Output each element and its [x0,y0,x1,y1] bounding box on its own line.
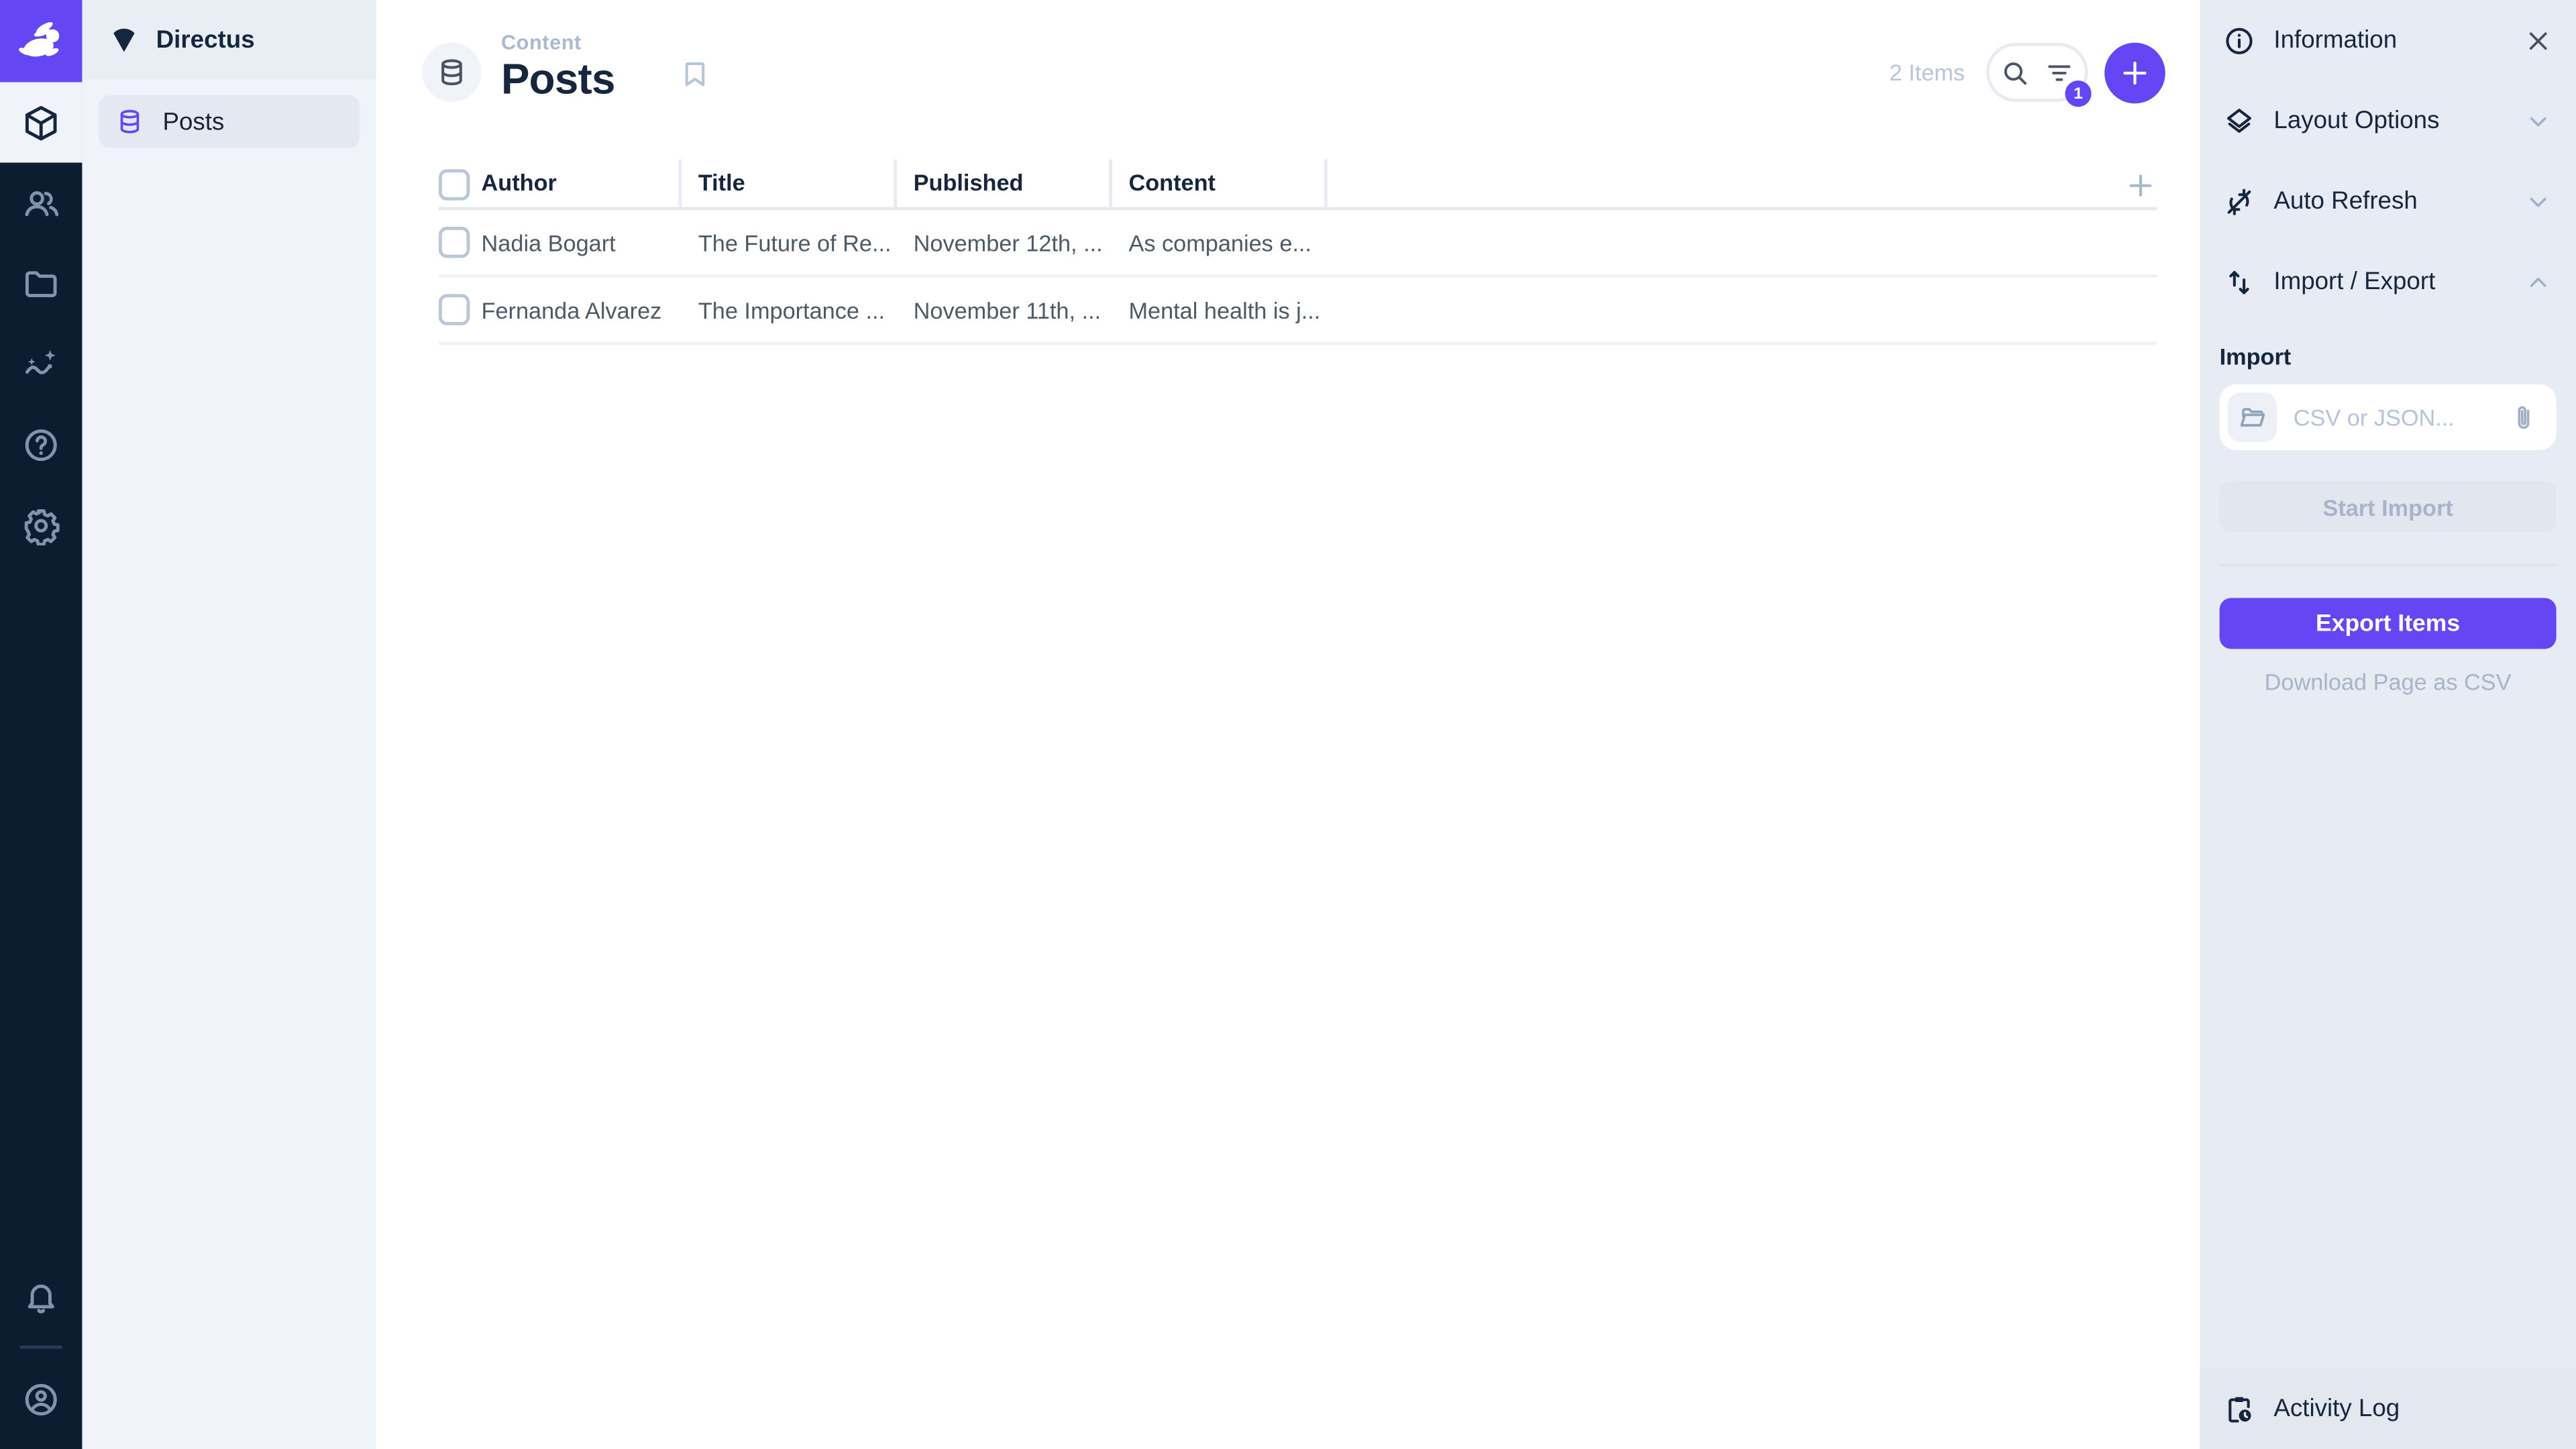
project-logo-icon [109,24,140,56]
module-bar [0,0,82,1449]
search-filter-pill: 1 [1986,43,2088,102]
import-export-panel: Import CSV or JSON... Start Import E [2200,322,2576,695]
insights-icon [21,344,61,384]
search-icon [1999,56,2031,88]
help-icon [21,425,61,464]
plus-icon [2118,55,2152,89]
bell-icon [21,1276,61,1316]
directus-logo[interactable] [0,0,82,82]
column-header-author[interactable]: Author [482,160,682,211]
sidebar-section-import-export[interactable]: Import / Export [2200,241,2576,322]
rabbit-logo-icon [13,13,69,69]
navigation-sidebar: Directus Posts [82,0,376,1449]
section-label: Information [2273,26,2505,54]
export-items-button[interactable]: Export Items [2220,598,2557,649]
create-item-button[interactable] [2104,42,2165,103]
select-all-checkbox[interactable] [439,169,482,201]
close-icon [2524,25,2553,55]
section-label: Auto Refresh [2273,187,2505,215]
import-file-input[interactable]: CSV or JSON... [2220,384,2557,450]
cell-published: November 11th, ... [897,297,1112,323]
collection-database-icon [115,107,144,136]
breadcrumb[interactable]: Content [501,32,615,54]
activity-log-label: Activity Log [2273,1395,2400,1423]
cell-author: Nadia Bogart [482,229,682,256]
bookmark-button[interactable] [678,58,711,91]
cell-published: November 12th, ... [897,229,1112,256]
panel-divider [2220,564,2557,567]
start-import-button[interactable]: Start Import [2220,482,2557,533]
search-button[interactable] [1999,56,2031,88]
clipboard-clock-icon [2222,1393,2255,1426]
chevron-down-icon [2524,106,2553,136]
main-content: Content Posts 2 Items [376,0,2200,1449]
gear-icon [21,505,61,545]
cell-title: The Importance ... [682,297,897,323]
download-csv-link[interactable]: Download Page as CSV [2220,669,2557,695]
column-header-content[interactable]: Content [1112,160,1328,211]
cell-author: Fernanda Alvarez [482,297,682,323]
table-body: Nadia Bogart The Future of Re... Novembe… [439,210,2157,345]
project-name: Directus [156,25,255,54]
cell-content: Mental health is j... [1112,297,1328,323]
table-row[interactable]: Nadia Bogart The Future of Re... Novembe… [439,210,2157,277]
section-label: Layout Options [2273,107,2505,135]
layers-icon [2222,105,2255,138]
folder-icon [21,264,61,303]
sync-disabled-icon [2222,185,2255,218]
plus-icon [2125,168,2157,201]
account-button[interactable] [0,1358,82,1439]
module-insights[interactable] [0,323,82,404]
module-documentation[interactable] [0,404,82,484]
items-count: 2 Items [1890,59,1965,85]
section-label: Import / Export [2273,268,2505,296]
column-header-title[interactable]: Title [682,160,897,211]
folder-open-icon [2228,392,2277,441]
notifications-button[interactable] [0,1255,82,1336]
cell-title: The Future of Re... [682,229,897,256]
bookmark-icon [678,58,711,91]
header-actions: 2 Items 1 [1890,0,2165,145]
chevron-down-icon [2524,186,2553,216]
cube-icon [21,103,61,142]
database-icon [435,56,468,89]
page-header: Content Posts 2 Items [376,0,2200,145]
sidebar-section-layout-options[interactable]: Layout Options [2200,80,2576,161]
sidebar-section-information[interactable]: Information [2200,0,2576,80]
file-input-placeholder: CSV or JSON... [2277,404,2508,430]
activity-log-button[interactable]: Activity Log [2200,1368,2576,1449]
table-header-row: Author Title Published Content [439,160,2157,211]
nav-item-label: Posts [162,107,224,136]
chevron-up-icon [2524,267,2553,297]
items-table: Author Title Published Content Nadia Bog… [439,160,2157,345]
title-block: Content Posts [501,32,615,103]
module-file-library[interactable] [0,243,82,323]
filter-count-badge: 1 [2065,80,2091,107]
directus-app: Directus Posts [0,0,2576,1449]
sidebar-section-auto-refresh[interactable]: Auto Refresh [2200,161,2576,241]
info-icon [2222,24,2255,57]
module-user-directory[interactable] [0,162,82,243]
row-checkbox[interactable] [439,227,482,258]
row-checkbox[interactable] [439,294,482,325]
people-icon [21,183,61,223]
column-header-published[interactable]: Published [897,160,1112,211]
module-content[interactable] [0,82,82,162]
close-sidebar-button[interactable] [2524,25,2553,55]
page-title: Posts [501,56,615,103]
paperclip-icon [2509,402,2548,432]
add-field-button[interactable] [2118,168,2157,201]
cell-content: As companies e... [1112,229,1328,256]
table-row[interactable]: Fernanda Alvarez The Importance ... Nove… [439,278,2157,345]
nav-item-posts[interactable]: Posts [99,95,360,148]
info-sidebar: Information Layout Options [2200,0,2576,1449]
account-circle-icon [21,1379,61,1419]
collection-icon-circle [422,43,481,102]
project-switcher[interactable]: Directus [82,0,376,79]
import-label: Import [2220,343,2557,370]
module-bar-divider [19,1346,62,1349]
module-settings[interactable] [0,484,82,565]
swap-vertical-icon [2222,266,2255,299]
